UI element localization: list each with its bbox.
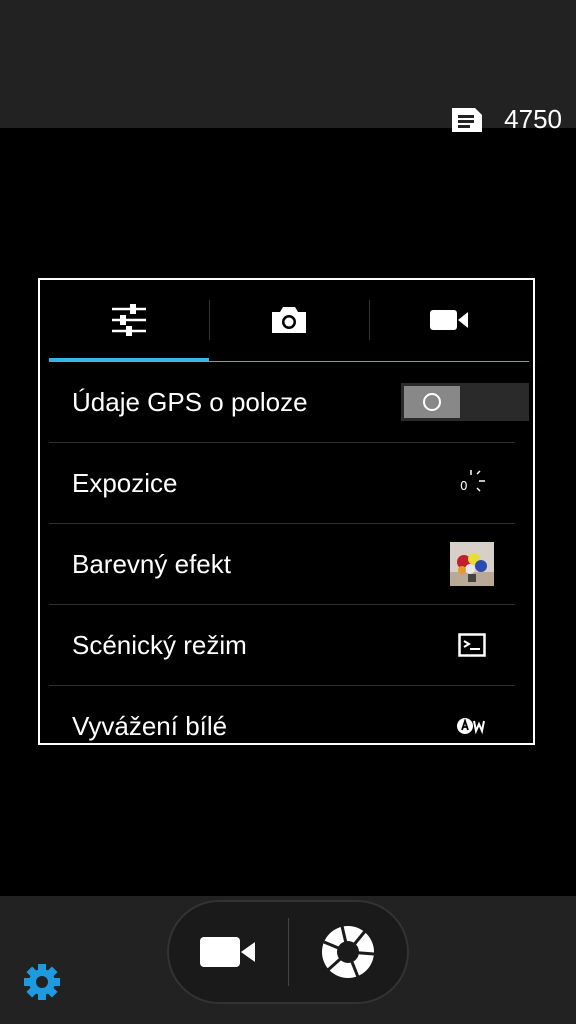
setting-exposure[interactable]: Expozice 0 (49, 443, 515, 524)
remaining-shots-count: 4750 (504, 104, 562, 134)
auto-white-balance-icon (457, 718, 485, 735)
setting-label: Scénický režim (72, 629, 247, 660)
color-effect-thumbnail (450, 542, 494, 586)
settings-list: Údaje GPS o poloze Expozice 0 Barevný ef… (49, 362, 529, 743)
setting-label: Barevný efekt (72, 548, 231, 579)
shutter-button[interactable] (289, 902, 408, 1002)
setting-color-effect[interactable]: Barevný efekt (49, 524, 515, 605)
sliders-icon (112, 303, 146, 336)
setting-white-balance[interactable]: Vyvážení bílé (49, 686, 515, 743)
shutter-icon (321, 925, 374, 978)
setting-label: Vyvážení bílé (72, 710, 228, 741)
setting-scene-mode[interactable]: Scénický režim (49, 605, 515, 686)
video-camera-icon (430, 309, 468, 330)
toggle-thumb (404, 386, 460, 418)
settings-tabs (49, 294, 529, 362)
camera-icon (272, 306, 306, 333)
tab-camera-settings[interactable] (209, 294, 369, 362)
memory-card-icon (452, 107, 483, 132)
video-camera-icon (200, 937, 256, 967)
setting-label: Expozice (72, 467, 178, 498)
gear-icon (24, 964, 60, 1000)
capture-controls (167, 900, 409, 1004)
storage-indicator: 4750 (450, 104, 562, 135)
tab-general-settings[interactable] (49, 294, 209, 362)
settings-button[interactable] (22, 962, 62, 1007)
setting-label: Údaje GPS o poloze (72, 386, 308, 417)
tab-video-settings[interactable] (369, 294, 529, 362)
setting-gps[interactable]: Údaje GPS o poloze (49, 362, 529, 443)
gps-toggle[interactable] (401, 383, 529, 421)
video-record-button[interactable] (169, 902, 288, 1002)
exposure-icon: 0 (460, 470, 485, 493)
scene-mode-icon (458, 633, 486, 657)
settings-panel: Údaje GPS o poloze Expozice 0 Barevný ef… (38, 278, 535, 745)
svg-text:0: 0 (460, 479, 468, 493)
